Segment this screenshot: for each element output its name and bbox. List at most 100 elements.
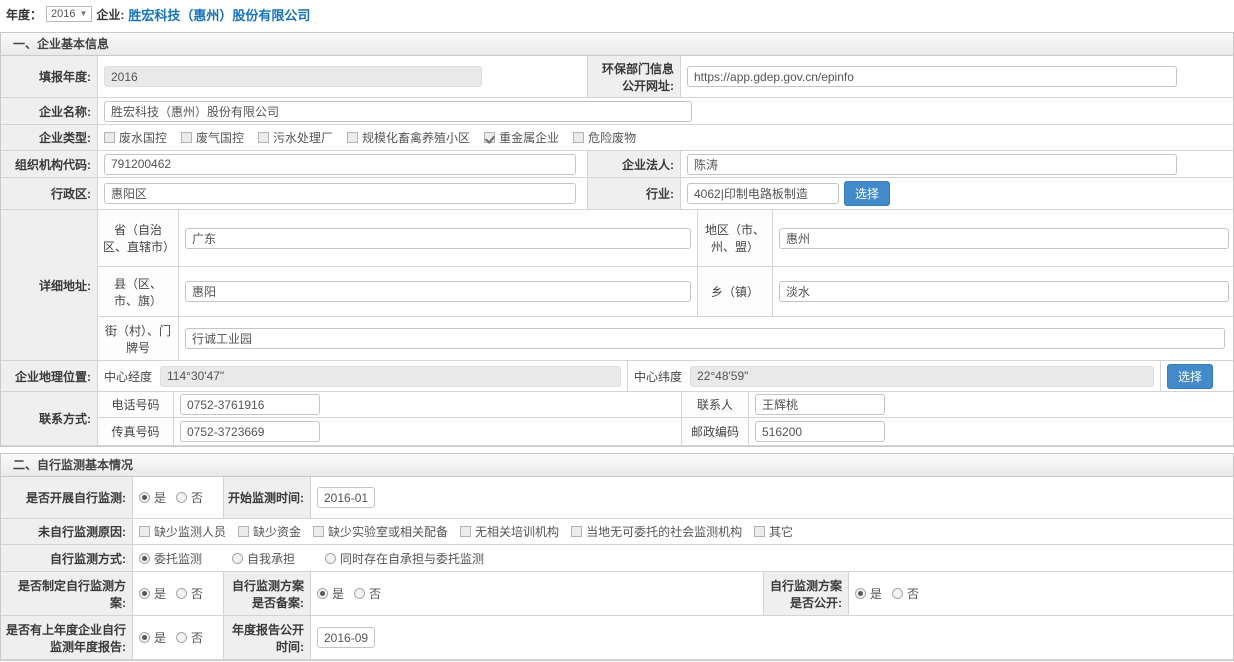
contact-subrow-fax: 传真号码 邮政编码 xyxy=(98,418,1233,445)
radio-icon xyxy=(892,588,903,599)
company-type-option[interactable]: 废气国控 xyxy=(181,129,244,146)
legal-person-input[interactable] xyxy=(687,154,1177,175)
method-label: 自行监测方式: xyxy=(1,545,133,571)
org-code-input[interactable] xyxy=(104,154,576,175)
district-input[interactable] xyxy=(104,183,576,204)
no-reason-option[interactable]: 缺少监测人员 xyxy=(139,523,226,540)
company-type-options: 废水国控 废气国控 污水处理厂 规模化畜禽养殖小区 重金属企业 危险废物 xyxy=(98,125,1233,150)
plan-public-no[interactable]: 否 xyxy=(892,585,919,602)
county-input[interactable] xyxy=(185,281,691,302)
prev-report-no[interactable]: 否 xyxy=(176,629,203,646)
street-cell xyxy=(179,317,1234,360)
street-input[interactable] xyxy=(185,328,1225,349)
report-time-label: 年度报告公开时间: xyxy=(224,616,311,659)
radio-icon xyxy=(176,492,187,503)
company-type-option[interactable]: 危险废物 xyxy=(573,129,636,146)
phone-input[interactable] xyxy=(180,394,320,415)
industry-input[interactable] xyxy=(687,183,839,204)
row-address: 详细地址: 省（自治区、直辖市） 地区（市、州、盟） 县（区、市、旗） 乡（镇） xyxy=(1,210,1233,361)
report-year-label: 填报年度: xyxy=(1,56,98,97)
address-subrow-province: 省（自治区、直辖市） 地区（市、州、盟） xyxy=(98,210,1234,267)
checkbox-icon xyxy=(460,526,471,537)
row-conduct-monitoring: 是否开展自行监测: 是 否 开始监测时间: xyxy=(1,477,1233,519)
company-type-option[interactable]: 重金属企业 xyxy=(484,129,559,146)
no-reason-option[interactable]: 其它 xyxy=(754,523,793,540)
radio-icon xyxy=(139,588,150,599)
row-geo-location: 企业地理位置: 中心经度 中心纬度 选择 xyxy=(1,361,1233,392)
plan-public-yes[interactable]: 是 xyxy=(855,585,882,602)
method-option[interactable]: 委托监测 xyxy=(139,550,202,567)
checkbox-icon xyxy=(181,132,192,143)
year-label: 年度： xyxy=(6,6,42,23)
contact-person-input[interactable] xyxy=(755,394,885,415)
geo-label: 企业地理位置: xyxy=(1,361,98,391)
legal-person-cell xyxy=(681,151,1233,177)
row-district: 行政区: 行业: 选择 xyxy=(1,178,1233,210)
longitude-label: 中心经度 xyxy=(104,368,152,385)
no-reason-option[interactable]: 无相关培训机构 xyxy=(460,523,559,540)
radio-icon xyxy=(139,492,150,503)
town-cell xyxy=(773,267,1234,316)
method-option[interactable]: 自我承担 xyxy=(232,550,295,567)
org-code-cell xyxy=(98,151,588,177)
conduct-options: 是 否 xyxy=(133,477,224,518)
no-reason-option[interactable]: 缺少实验室或相关配备 xyxy=(313,523,448,540)
report-time-input[interactable] xyxy=(317,627,375,648)
company-type-label: 企业类型: xyxy=(1,125,98,150)
fax-label: 传真号码 xyxy=(98,418,174,445)
chevron-down-icon: ▼ xyxy=(80,10,88,18)
company-type-option[interactable]: 规模化畜禽养殖小区 xyxy=(347,129,470,146)
company-name-input[interactable] xyxy=(104,101,692,122)
company-type-option[interactable]: 污水处理厂 xyxy=(258,129,333,146)
industry-cell: 选择 xyxy=(681,178,1233,209)
plan-filed-yes[interactable]: 是 xyxy=(317,585,344,602)
start-time-cell xyxy=(311,477,1233,518)
row-contact: 联系方式: 电话号码 联系人 传真号码 邮政编码 xyxy=(1,392,1233,446)
report-year-input[interactable] xyxy=(104,66,482,87)
no-reason-option[interactable]: 缺少资金 xyxy=(238,523,301,540)
region-input[interactable] xyxy=(779,228,1229,249)
region-label: 地区（市、州、盟） xyxy=(698,210,773,266)
no-reason-option[interactable]: 当地无可委托的社会监测机构 xyxy=(571,523,742,540)
checkbox-icon xyxy=(347,132,358,143)
company-label: 企业: xyxy=(96,6,124,23)
topbar: 年度： 2016 ▼ 企业: 胜宏科技（惠州）股份有限公司 xyxy=(0,0,1234,26)
plan-made-yes[interactable]: 是 xyxy=(139,585,166,602)
latitude-cell: 中心纬度 xyxy=(628,361,1161,391)
year-select-value: 2016 xyxy=(51,8,75,20)
prev-report-yes[interactable]: 是 xyxy=(139,629,166,646)
industry-select-button[interactable]: 选择 xyxy=(844,181,890,206)
latitude-input[interactable] xyxy=(690,366,1154,387)
conduct-no[interactable]: 否 xyxy=(176,489,203,506)
report-year-cell xyxy=(98,56,588,97)
checkbox-icon xyxy=(754,526,765,537)
fax-input[interactable] xyxy=(180,421,320,442)
phone-cell xyxy=(174,392,682,417)
radio-icon xyxy=(325,553,336,564)
plan-made-no[interactable]: 否 xyxy=(176,585,203,602)
province-input[interactable] xyxy=(185,228,691,249)
start-time-input[interactable] xyxy=(317,487,375,508)
company-type-option[interactable]: 废水国控 xyxy=(104,129,167,146)
town-input[interactable] xyxy=(779,281,1229,302)
latitude-label: 中心纬度 xyxy=(634,368,682,385)
longitude-input[interactable] xyxy=(160,366,621,387)
contact-person-cell xyxy=(749,392,1233,417)
conduct-yes[interactable]: 是 xyxy=(139,489,166,506)
contact-person-label: 联系人 xyxy=(682,392,749,417)
street-label: 街（村）、门牌号 xyxy=(98,317,179,360)
section2-title: 二、自行监测基本情况 xyxy=(1,454,1233,477)
row-report-year: 填报年度: 环保部门信息公开网址: xyxy=(1,56,1233,98)
radio-icon xyxy=(232,553,243,564)
env-url-input[interactable] xyxy=(687,66,1177,87)
company-name-title: 胜宏科技（惠州）股份有限公司 xyxy=(128,5,310,24)
zip-input[interactable] xyxy=(755,421,885,442)
env-url-label: 环保部门信息公开网址: xyxy=(588,56,681,97)
geo-select-button[interactable]: 选择 xyxy=(1167,364,1213,389)
plan-filed-no[interactable]: 否 xyxy=(354,585,381,602)
section-basic-info: 一、企业基本信息 填报年度: 环保部门信息公开网址: 企业名称: 企业类型: 废… xyxy=(0,32,1234,447)
checkbox-icon xyxy=(573,132,584,143)
method-option[interactable]: 同时存在自承担与委托监测 xyxy=(325,550,484,567)
row-company-type: 企业类型: 废水国控 废气国控 污水处理厂 规模化畜禽养殖小区 重金属企业 危险… xyxy=(1,125,1233,151)
year-select[interactable]: 2016 ▼ xyxy=(46,6,92,22)
